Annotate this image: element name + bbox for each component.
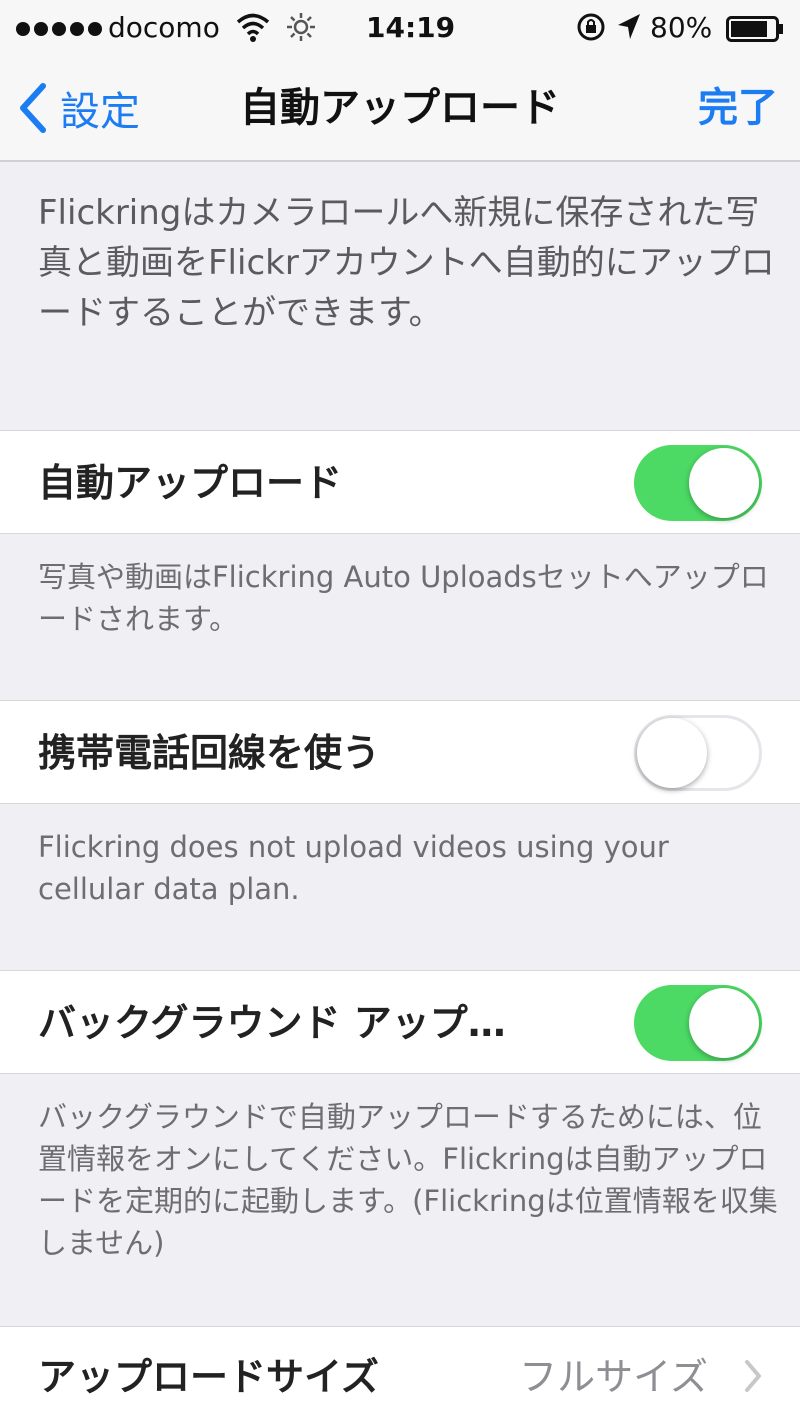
cellular-data-note: Flickring does not upload videos using y… [38, 830, 669, 906]
chevron-left-icon [20, 83, 46, 133]
back-button-label: 設定 [60, 89, 140, 135]
cellular-data-label: 携帯電話回線を使う [38, 731, 381, 775]
carrier-name: docomo [108, 11, 220, 44]
auto-upload-cell: 自動アップロード [0, 430, 800, 534]
background-upload-toggle[interactable] [634, 985, 762, 1061]
background-upload-note: バックグラウンドで自動アップロードするためには、位置情報をオンにしてください。F… [38, 1100, 778, 1260]
done-button[interactable]: 完了 [698, 80, 778, 136]
wifi-icon [236, 13, 270, 42]
status-bar: docomo 14:19 80% [0, 0, 800, 56]
signal-strength-icon [16, 22, 102, 36]
status-time: 14:19 [366, 11, 456, 44]
navigation-bar: 設定 自動アップロード 完了 [0, 56, 800, 162]
background-upload-cell: バックグラウンド アップ… [0, 970, 800, 1074]
page-title: 自動アップロード [240, 85, 560, 131]
cellular-data-cell: 携帯電話回線を使う [0, 700, 800, 804]
auto-upload-note: 写真や動画はFlickring Auto Uploadsセットへアップロードされ… [38, 560, 769, 636]
auto-upload-toggle[interactable] [634, 445, 762, 521]
chevron-right-icon [745, 1360, 761, 1392]
back-button[interactable]: 設定 [18, 78, 140, 138]
activity-spinner-icon [287, 13, 315, 41]
location-arrow-icon [618, 14, 640, 39]
upload-size-cell[interactable]: アップロードサイズ フルサイズ [0, 1326, 800, 1422]
upload-size-value: フルサイズ [519, 1355, 708, 1399]
upload-size-label: アップロードサイズ [38, 1355, 379, 1399]
background-upload-label: バックグラウンド アップ… [38, 1001, 506, 1045]
cellular-data-toggle[interactable] [634, 715, 762, 791]
battery-icon [726, 16, 783, 42]
auto-upload-label: 自動アップロード [38, 461, 343, 505]
intro-description: Flickringはカメラロールへ新規に保存された写真と動画をFlickrアカウ… [38, 193, 775, 333]
battery-percentage: 80% [650, 11, 713, 44]
rotation-lock-icon [577, 13, 605, 41]
